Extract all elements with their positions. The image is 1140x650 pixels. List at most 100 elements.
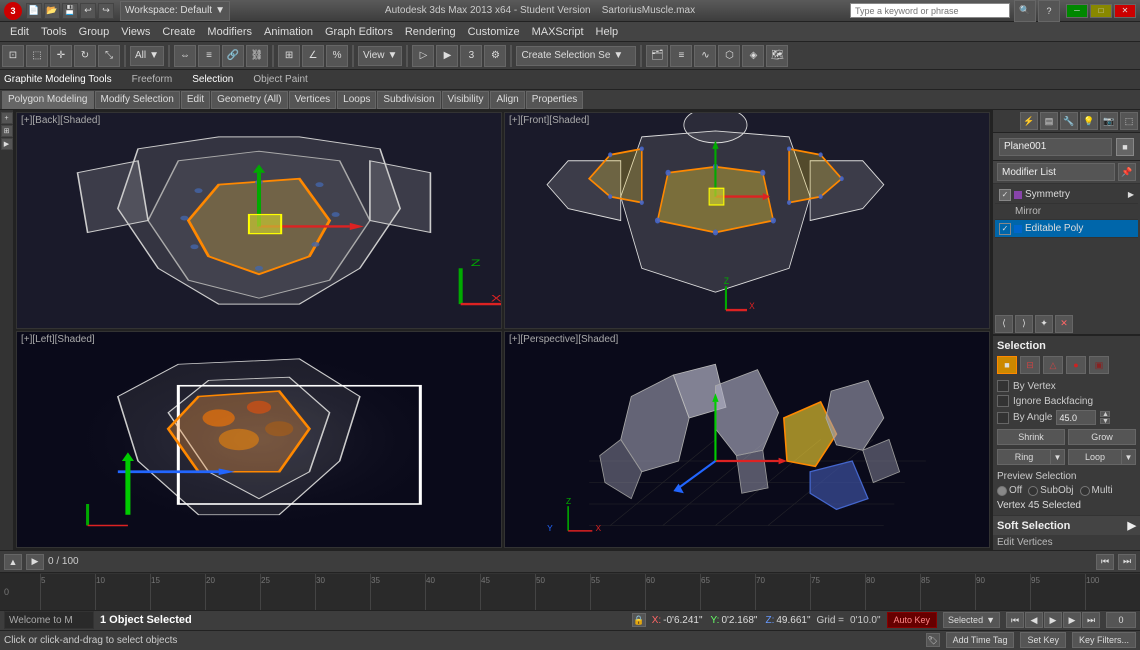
- angle-up-icon[interactable]: ▲: [1100, 411, 1110, 417]
- scale-btn[interactable]: ⤡: [98, 45, 120, 67]
- rotate-btn[interactable]: ↻: [74, 45, 96, 67]
- tl-expand-btn[interactable]: ▲: [4, 554, 22, 570]
- soft-selection-header[interactable]: Soft Selection ▶: [993, 515, 1140, 535]
- vertex-mode-btn[interactable]: ■: [997, 356, 1017, 374]
- unlink-btn[interactable]: ⛓: [246, 45, 268, 67]
- shrink-btn[interactable]: Shrink: [997, 429, 1065, 445]
- subdivision-btn[interactable]: Subdivision: [377, 91, 440, 109]
- loop-btn[interactable]: Loop: [1068, 449, 1122, 465]
- render-scene-btn[interactable]: ▷: [412, 45, 434, 67]
- by-angle-checkbox[interactable]: [997, 412, 1009, 424]
- save-icon[interactable]: 💾: [62, 3, 78, 19]
- ring-arrow[interactable]: ▼: [1051, 449, 1065, 465]
- render-map-btn[interactable]: 🗺: [766, 45, 788, 67]
- poly-mode-btn[interactable]: ●: [1066, 356, 1086, 374]
- open-icon[interactable]: 📂: [44, 3, 60, 19]
- viewport-perspective[interactable]: [+][Perspective][Shaded]: [504, 331, 990, 548]
- loops-btn[interactable]: Loops: [337, 91, 376, 109]
- menu-modifiers[interactable]: Modifiers: [201, 24, 258, 40]
- off-radio[interactable]: Off: [997, 485, 1022, 496]
- lock-icon[interactable]: 🔒: [632, 613, 646, 627]
- close-button[interactable]: ✕: [1114, 4, 1136, 18]
- material-editor-btn[interactable]: ◈: [742, 45, 764, 67]
- ring-btn[interactable]: Ring: [997, 449, 1051, 465]
- panel-icon-6[interactable]: ⬚: [1120, 112, 1138, 130]
- panel-icon-4[interactable]: 💡: [1080, 112, 1098, 130]
- workspace-dropdown[interactable]: Workspace: Default ▼: [120, 1, 230, 21]
- polygon-modeling-btn[interactable]: Polygon Modeling: [2, 91, 94, 109]
- percent-snap-btn[interactable]: %: [326, 45, 348, 67]
- angle-value-input[interactable]: [1056, 410, 1096, 425]
- new-icon[interactable]: 📄: [26, 3, 42, 19]
- menu-help[interactable]: Help: [590, 24, 625, 40]
- border-mode-btn[interactable]: △: [1043, 356, 1063, 374]
- edit-btn[interactable]: Edit: [181, 91, 210, 109]
- menu-edit[interactable]: Edit: [4, 24, 35, 40]
- pin-icon[interactable]: 📌: [1118, 163, 1136, 181]
- menu-animation[interactable]: Animation: [258, 24, 319, 40]
- timeline-ruler[interactable]: 5 10 15 20 25 30 35 40 45 50 55 60 65 70…: [40, 573, 1140, 610]
- maximize-button[interactable]: □: [1090, 4, 1112, 18]
- multi-radio[interactable]: Multi: [1080, 485, 1113, 496]
- view-tool-1[interactable]: +: [1, 112, 13, 124]
- modifier-checkbox-2[interactable]: ✓: [999, 223, 1011, 235]
- goto-start-btn[interactable]: ⏮: [1006, 612, 1024, 628]
- curve-editor-btn[interactable]: ∿: [694, 45, 716, 67]
- play-btn[interactable]: ▶: [1044, 612, 1062, 628]
- properties-btn[interactable]: Properties: [526, 91, 584, 109]
- geometry-all-btn[interactable]: Geometry (All): [211, 91, 287, 109]
- modifier-editable-poly[interactable]: ✓ Editable Poly: [995, 220, 1138, 238]
- help-icon[interactable]: ?: [1038, 0, 1060, 22]
- element-mode-btn[interactable]: ▣: [1089, 356, 1109, 374]
- render-frame-btn[interactable]: ▶: [436, 45, 458, 67]
- viewport-back[interactable]: [+][Back][Shaded]: [16, 112, 502, 329]
- panel-icon-2[interactable]: ▤: [1040, 112, 1058, 130]
- set-key-btn[interactable]: Set Key: [1020, 632, 1066, 648]
- align-btn[interactable]: ≡: [198, 45, 220, 67]
- tl-play-btn[interactable]: ▶: [26, 554, 44, 570]
- link-btn[interactable]: 🔗: [222, 45, 244, 67]
- angle-spinner[interactable]: ▲ ▼: [1100, 411, 1110, 424]
- delete-modifier-btn[interactable]: ✕: [1055, 315, 1073, 333]
- menu-rendering[interactable]: Rendering: [399, 24, 462, 40]
- menu-maxscript[interactable]: MAXScript: [526, 24, 590, 40]
- filter-dropdown[interactable]: All ▼: [130, 46, 164, 66]
- nav-top-icon[interactable]: ⟩: [1015, 315, 1033, 333]
- selected-mode-dropdown[interactable]: Selected ▼: [943, 612, 1000, 628]
- freeform-section[interactable]: Freeform: [132, 74, 173, 85]
- goto-end-btn[interactable]: ⏭: [1082, 612, 1100, 628]
- menu-customize[interactable]: Customize: [462, 24, 526, 40]
- undo-icon[interactable]: ↩: [80, 3, 96, 19]
- scene-explorer-btn[interactable]: 🗂: [646, 45, 668, 67]
- object-name-field[interactable]: Plane001: [999, 138, 1112, 156]
- angle-snap-btn[interactable]: ∠: [302, 45, 324, 67]
- angle-down-icon[interactable]: ▼: [1100, 418, 1110, 424]
- object-color-btn[interactable]: ■: [1116, 138, 1134, 156]
- make-unique-btn[interactable]: ✦: [1035, 315, 1053, 333]
- grow-btn[interactable]: Grow: [1068, 429, 1136, 445]
- redo-icon[interactable]: ↪: [98, 3, 114, 19]
- add-time-tag-btn[interactable]: Add Time Tag: [946, 632, 1015, 648]
- help-search-icon[interactable]: 🔍: [1014, 0, 1036, 22]
- viewport-front[interactable]: [+][Front][Shaded]: [504, 112, 990, 329]
- tl-prev-frame[interactable]: ⏮: [1096, 554, 1114, 570]
- prev-key-btn[interactable]: ◀: [1025, 612, 1043, 628]
- modifier-checkbox[interactable]: ✓: [999, 189, 1011, 201]
- menu-tools[interactable]: Tools: [35, 24, 73, 40]
- select-object-btn[interactable]: ⊡: [2, 45, 24, 67]
- timeline-track[interactable]: 0 5 10 15 20 25 30 35 40 45 50 55 60 65 …: [0, 573, 1140, 610]
- vertices-btn[interactable]: Vertices: [289, 91, 337, 109]
- create-selection-dropdown[interactable]: Create Selection Se ▼: [516, 46, 636, 66]
- next-key-btn[interactable]: ▶: [1063, 612, 1081, 628]
- panel-icon-5[interactable]: 📷: [1100, 112, 1118, 130]
- edge-mode-btn[interactable]: ⊟: [1020, 356, 1040, 374]
- minimize-button[interactable]: ─: [1066, 4, 1088, 18]
- subobj-radio[interactable]: SubObj: [1028, 485, 1073, 496]
- keyword-search-input[interactable]: [850, 3, 1010, 18]
- modify-selection-btn[interactable]: Modify Selection: [95, 91, 180, 109]
- render-settings-btn[interactable]: ⚙: [484, 45, 506, 67]
- menu-group[interactable]: Group: [73, 24, 116, 40]
- modifier-symmetry[interactable]: ✓ Symmetry ▶: [995, 186, 1138, 204]
- visibility-btn[interactable]: Visibility: [442, 91, 490, 109]
- align-btn[interactable]: Align: [490, 91, 524, 109]
